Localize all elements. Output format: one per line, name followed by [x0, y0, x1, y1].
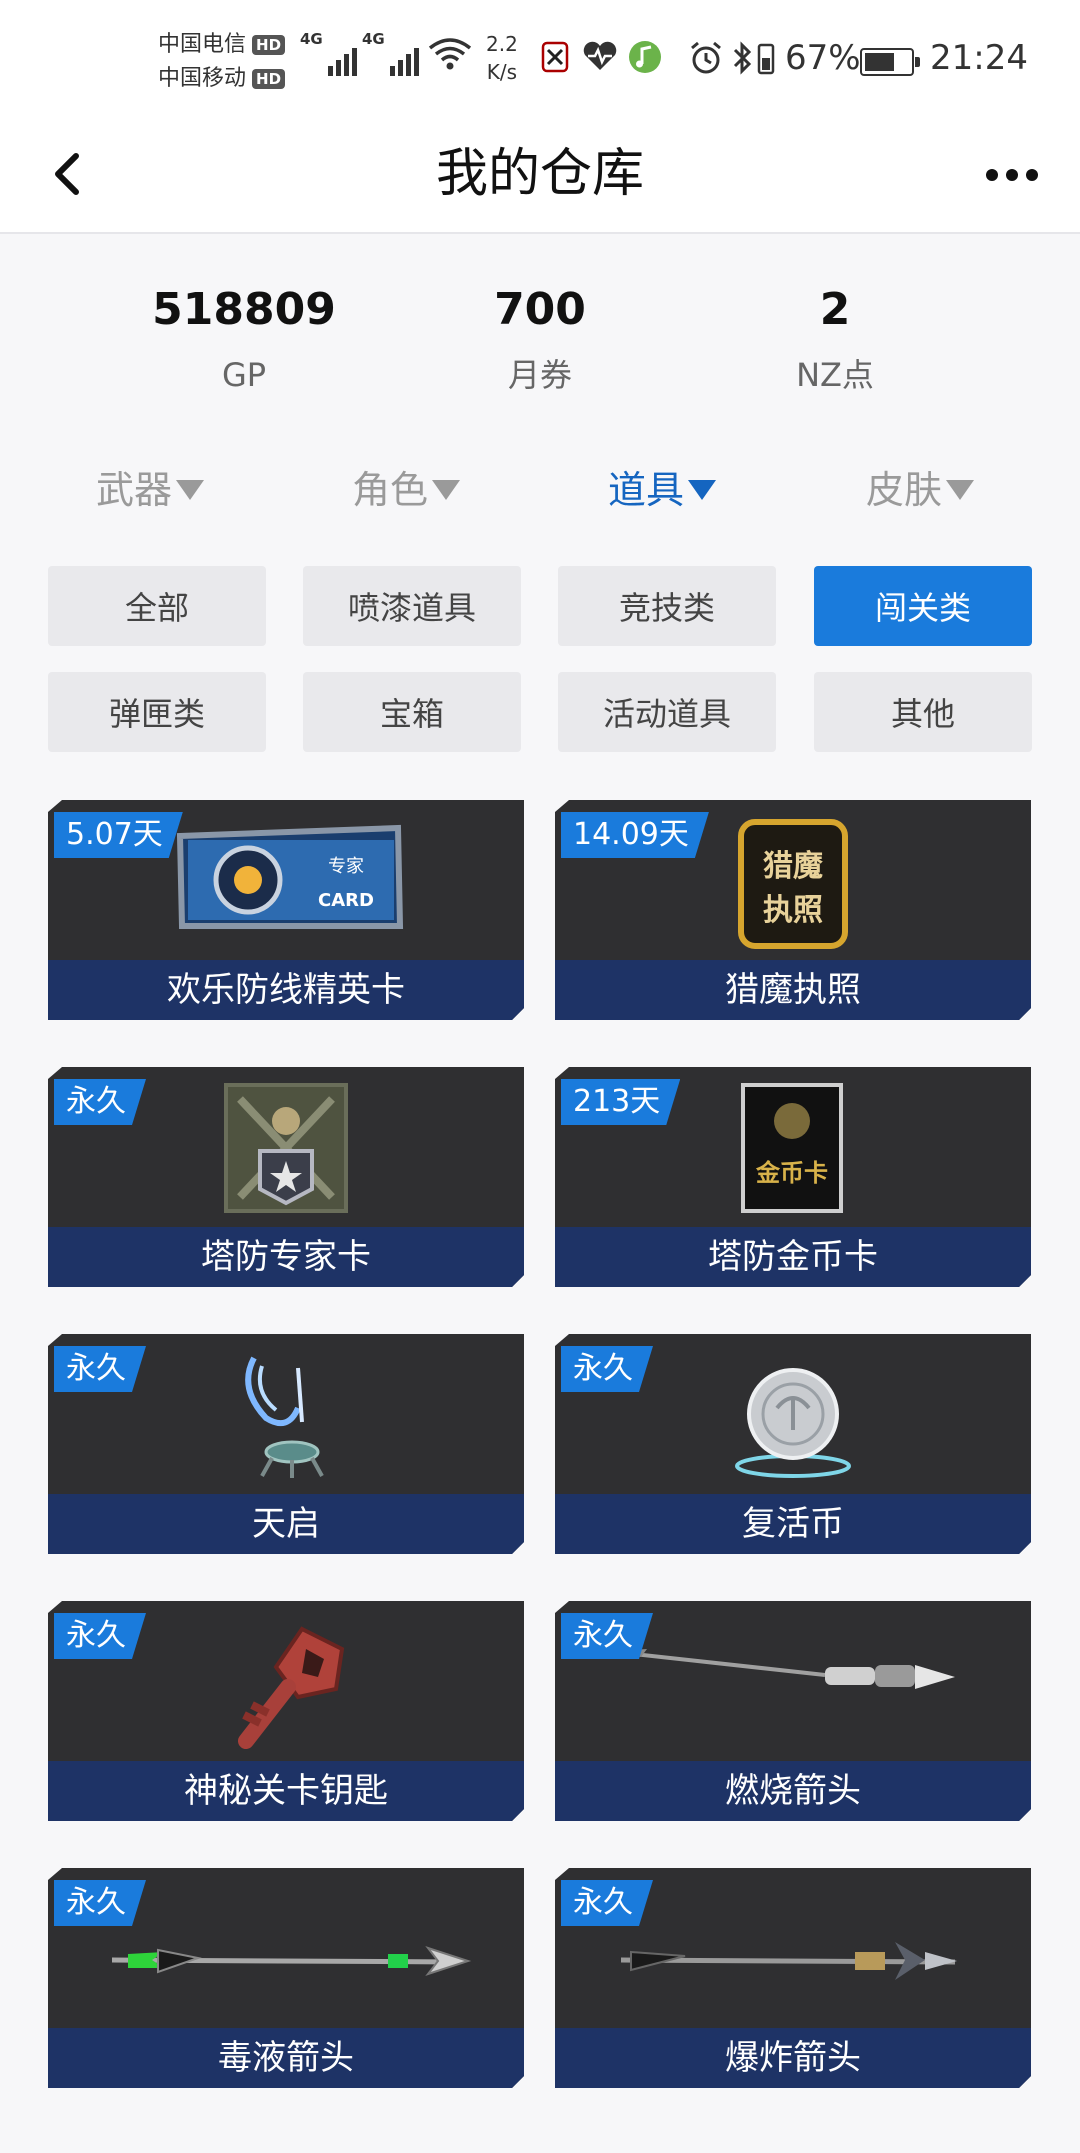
item-name: 复活币	[742, 1504, 844, 1544]
status-bar: 中国电信 HD 中国移动 HD 4G 4G 2.2 K/s 67% 21:24	[0, 0, 1080, 120]
speed-unit: K/s	[486, 60, 518, 84]
triangle-down-icon	[432, 480, 461, 500]
hd-badge: HD	[252, 69, 286, 89]
carrier-info: 中国电信 HD 中国移动 HD	[158, 28, 286, 96]
balance-label: 月券	[507, 356, 572, 394]
carrier-name-2: 中国移动	[158, 66, 247, 91]
health-icon	[583, 41, 617, 70]
carrier-name-1: 中国电信	[158, 32, 247, 57]
duration-badge: 14.09天	[561, 812, 709, 858]
bluetooth-icon	[733, 41, 752, 75]
item-name: 猎魔执照	[725, 970, 861, 1010]
item-name: 欢乐防线精英卡	[167, 970, 405, 1010]
balance-value: 518809	[152, 284, 336, 335]
balance-label: NZ点	[796, 356, 874, 394]
network-type: 4G	[300, 30, 323, 48]
item-name: 燃烧箭头	[725, 1771, 861, 1811]
duration-badge: 永久	[561, 1346, 653, 1392]
item-card[interactable]: 永久 毒液箭头	[48, 1868, 524, 2088]
navigation-header: 我的仓库	[0, 120, 1080, 234]
item-name: 塔防金币卡	[708, 1237, 878, 1277]
card-art-text: 执照	[763, 893, 823, 928]
item-name: 塔防专家卡	[201, 1237, 371, 1277]
phone-battery-icon	[757, 43, 775, 75]
balance-value: 2	[819, 284, 851, 335]
alarm-icon	[691, 41, 721, 74]
speed-value: 2.2	[486, 32, 518, 56]
more-button[interactable]	[980, 150, 1044, 200]
item-card[interactable]: 专家 CARD 5.07天 欢乐防线精英卡	[48, 800, 524, 1020]
tab-label: 武器	[96, 468, 173, 512]
network-speed: 2.2 K/s	[486, 30, 518, 86]
tab-weapons[interactable]: 武器	[96, 462, 205, 518]
card-art-text: CARD	[318, 890, 374, 911]
card-art-text: 猎魔	[763, 849, 823, 884]
item-card[interactable]: 永久 爆炸箭头	[555, 1868, 1031, 2088]
item-card[interactable]: 猎魔 执照 14.09天 猎魔执照	[555, 800, 1031, 1020]
wifi-icon	[428, 38, 472, 70]
item-name: 爆炸箭头	[725, 2038, 861, 2078]
battery-icon	[860, 48, 920, 76]
hd-badge: HD	[252, 35, 286, 55]
battery-percent: 67%	[785, 38, 861, 78]
triangle-down-icon	[946, 480, 975, 500]
app-notification-icon	[541, 41, 569, 73]
tab-label: 道具	[608, 468, 685, 512]
filter-spray[interactable]: 喷漆道具	[303, 566, 521, 646]
duration-badge: 永久	[54, 1079, 146, 1125]
duration-badge: 永久	[561, 1613, 653, 1659]
card-art-text: 专家	[328, 856, 364, 877]
filter-event[interactable]: 活动道具	[558, 672, 776, 752]
chevron-left-icon	[55, 153, 79, 195]
page-title: 我的仓库	[435, 144, 644, 204]
filter-competitive[interactable]: 竞技类	[558, 566, 776, 646]
balance-nz: 2 NZ点	[685, 280, 985, 400]
music-icon	[629, 41, 661, 73]
tab-characters[interactable]: 角色	[352, 462, 461, 518]
currency-balances: 518809 GP 700 月券 2 NZ点	[0, 280, 1080, 420]
filter-magazine[interactable]: 弹匣类	[48, 672, 266, 752]
item-card[interactable]: 永久 天启	[48, 1334, 524, 1554]
tab-label: 皮肤	[866, 468, 943, 512]
item-card[interactable]: 永久 神秘关卡钥匙	[48, 1601, 524, 1821]
signal-icon: 4G	[300, 30, 357, 76]
duration-badge: 永久	[54, 1346, 146, 1392]
item-card[interactable]: 金币卡 213天 塔防金币卡	[555, 1067, 1031, 1287]
balance-label: GP	[221, 356, 267, 394]
duration-badge: 永久	[54, 1880, 146, 1926]
signal-icon: 4G	[362, 30, 419, 76]
clock: 21:24	[930, 38, 1028, 78]
item-name: 天启	[252, 1504, 320, 1544]
duration-badge: 永久	[54, 1613, 146, 1659]
triangle-down-icon	[688, 480, 717, 500]
filter-all[interactable]: 全部	[48, 566, 266, 646]
balance-voucher: 700 月券	[390, 280, 690, 400]
filter-chest[interactable]: 宝箱	[303, 672, 521, 752]
duration-badge: 永久	[561, 1880, 653, 1926]
network-type: 4G	[362, 30, 385, 48]
more-horizontal-icon	[986, 169, 998, 181]
item-card[interactable]: 永久 塔防专家卡	[48, 1067, 524, 1287]
item-name: 神秘关卡钥匙	[184, 1771, 388, 1811]
balance-gp: 518809 GP	[94, 280, 394, 400]
tab-items[interactable]: 道具	[608, 462, 717, 518]
triangle-down-icon	[176, 480, 205, 500]
tab-label: 角色	[352, 468, 429, 512]
duration-badge: 213天	[561, 1079, 680, 1125]
item-card[interactable]: 永久 燃烧箭头	[555, 1601, 1031, 1821]
card-art-text: 金币卡	[755, 1159, 828, 1187]
filter-other[interactable]: 其他	[814, 672, 1032, 752]
item-card[interactable]: 永久 复活币	[555, 1334, 1031, 1554]
filter-stage[interactable]: 闯关类	[814, 566, 1032, 646]
duration-badge: 5.07天	[54, 812, 183, 858]
category-tabs: 武器 角色 道具 皮肤	[0, 462, 1080, 522]
balance-value: 700	[494, 284, 586, 335]
item-name: 毒液箭头	[218, 2038, 354, 2078]
tab-skins[interactable]: 皮肤	[866, 462, 975, 518]
back-button[interactable]	[38, 144, 98, 204]
